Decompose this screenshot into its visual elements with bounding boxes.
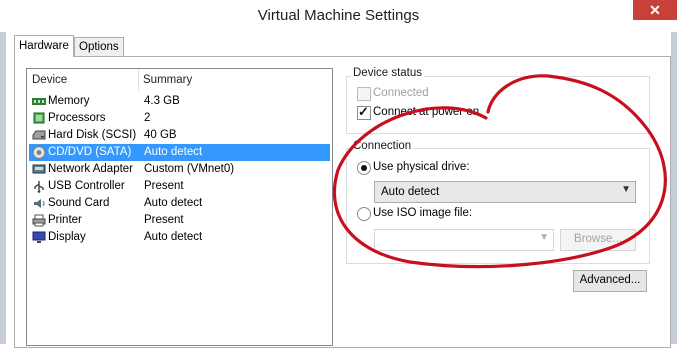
chevron-down-icon: ▼ xyxy=(621,184,631,195)
window-title: Virtual Machine Settings xyxy=(257,7,420,24)
column-header-device[interactable]: Device xyxy=(32,74,67,86)
device-name: Sound Card xyxy=(48,197,110,209)
device-status-group xyxy=(346,76,650,134)
title-bar: Virtual Machine Settings ✕ xyxy=(0,0,677,32)
connected-label: Connected xyxy=(373,87,429,99)
use-physical-drive-radio[interactable] xyxy=(357,161,371,175)
device-summary: 4.3 GB xyxy=(144,95,180,107)
checkmark-icon: ✓ xyxy=(358,104,369,119)
device-row-sound-card[interactable]: Sound Card Auto detect xyxy=(29,195,330,212)
device-summary: 40 GB xyxy=(144,129,177,141)
window-frame-left xyxy=(0,32,6,344)
device-row-usb-controller[interactable]: USB Controller Present xyxy=(29,178,330,195)
device-name: Display xyxy=(48,231,86,243)
device-list-header: Device Summary xyxy=(27,69,332,91)
device-row-processors[interactable]: Processors 2 xyxy=(29,110,330,127)
device-status-label: Device status xyxy=(351,67,425,79)
device-name: Printer xyxy=(48,214,82,226)
close-button[interactable]: ✕ xyxy=(633,0,677,20)
advanced-button[interactable]: Advanced... xyxy=(573,270,647,292)
device-row-display[interactable]: Display Auto detect xyxy=(29,229,330,246)
physical-drive-value: Auto detect xyxy=(381,186,440,198)
iso-image-path-input[interactable]: ▼ xyxy=(374,229,554,251)
device-summary: Present xyxy=(144,214,184,226)
physical-drive-select[interactable]: Auto detect ▼ xyxy=(374,181,636,203)
device-row-printer[interactable]: Printer Present xyxy=(29,212,330,229)
tab-hardware[interactable]: Hardware xyxy=(14,35,74,57)
device-summary: Auto detect xyxy=(144,146,203,158)
network-adapter-icon xyxy=(32,164,46,174)
connection-label: Connection xyxy=(351,140,414,152)
device-row-cd-dvd[interactable]: CD/DVD (SATA) Auto detect xyxy=(29,144,330,161)
use-iso-image-radio[interactable] xyxy=(357,207,371,221)
connected-checkbox[interactable] xyxy=(357,87,371,101)
device-list[interactable]: Device Summary Memory 4.3 GB Processors … xyxy=(26,68,333,346)
use-iso-image-label: Use ISO image file: xyxy=(373,207,473,219)
browse-button[interactable]: Browse... xyxy=(560,229,636,251)
printer-icon xyxy=(32,214,46,227)
cd-dvd-icon xyxy=(32,146,46,159)
memory-icon xyxy=(32,98,46,105)
device-row-network-adapter[interactable]: Network Adapter Custom (VMnet0) xyxy=(29,161,330,178)
device-name: CD/DVD (SATA) xyxy=(48,146,132,158)
usb-icon xyxy=(34,181,44,193)
device-name: Hard Disk (SCSI) xyxy=(48,129,137,141)
hard-disk-icon xyxy=(32,130,46,140)
device-name: Memory xyxy=(48,95,90,107)
processor-icon xyxy=(33,112,45,124)
device-name: USB Controller xyxy=(48,180,125,192)
device-summary: Auto detect xyxy=(144,231,203,243)
column-separator xyxy=(138,69,139,91)
sound-card-icon xyxy=(34,199,45,208)
device-name: Processors xyxy=(48,112,106,124)
chevron-down-icon: ▼ xyxy=(539,232,549,243)
radio-selected-dot xyxy=(361,165,367,171)
device-summary: 2 xyxy=(144,112,151,124)
device-name: Network Adapter xyxy=(48,163,134,175)
device-summary: Present xyxy=(144,180,184,192)
connect-at-power-on-checkbox[interactable]: ✓ xyxy=(357,104,371,120)
device-row-hard-disk[interactable]: Hard Disk (SCSI) 40 GB xyxy=(29,127,330,144)
tab-options[interactable]: Options xyxy=(74,37,124,56)
device-summary: Custom (VMnet0) xyxy=(144,163,235,175)
device-summary: Auto detect xyxy=(144,197,203,209)
device-row-memory[interactable]: Memory 4.3 GB xyxy=(29,93,330,110)
column-header-summary[interactable]: Summary xyxy=(143,74,192,86)
connect-at-power-on-label: Connect at power on xyxy=(373,106,480,118)
use-physical-drive-label: Use physical drive: xyxy=(373,161,470,173)
display-icon xyxy=(32,231,46,243)
window-frame-right xyxy=(671,32,677,344)
